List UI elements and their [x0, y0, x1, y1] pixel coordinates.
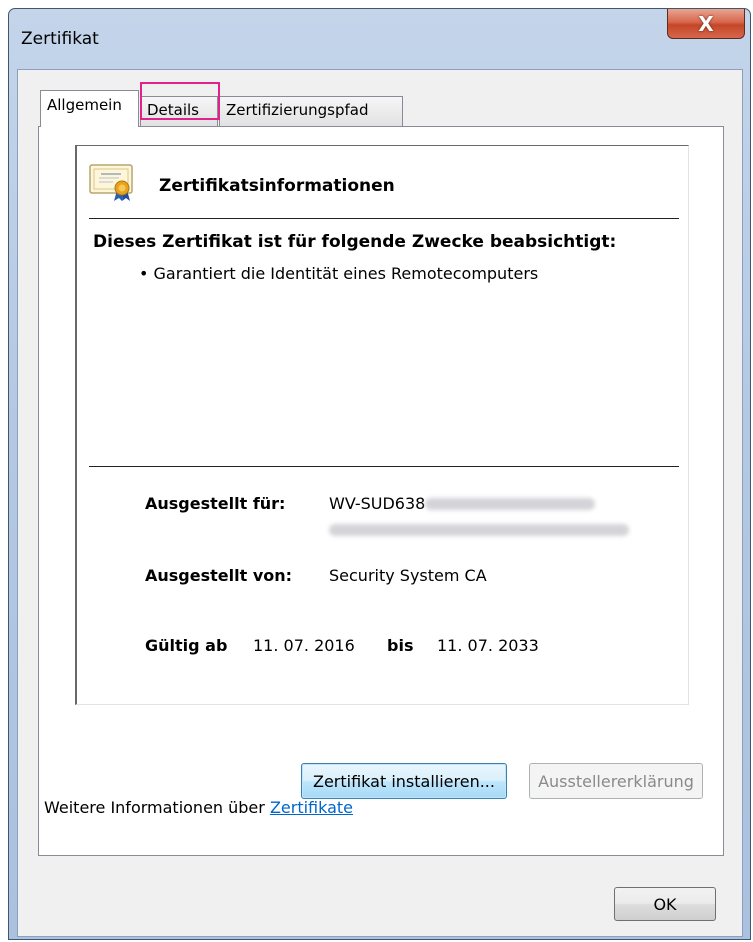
- issued-to-value: WV-SUD638: [329, 494, 426, 513]
- info-title: Zertifikatsinformationen: [159, 176, 395, 196]
- issued-by-value: Security System CA: [329, 566, 487, 585]
- issued-by-label: Ausgestellt von:: [145, 566, 293, 585]
- tab-certification-path-label: Zertifizierungspfad: [226, 101, 369, 119]
- issued-to-label: Ausgestellt für:: [145, 494, 286, 513]
- valid-from-label: Gültig ab: [145, 636, 228, 655]
- general-tab-panel: Zertifikatsinformationen Dieses Zertifik…: [38, 126, 724, 856]
- valid-from-value: 11. 07. 2016: [253, 636, 355, 655]
- valid-to-value: 11. 07. 2033: [437, 636, 539, 655]
- more-info-text: Weitere Informationen über Zertifikate: [44, 798, 353, 817]
- certificates-link[interactable]: Zertifikate: [270, 798, 353, 817]
- details-tab-highlight: [140, 82, 220, 120]
- purpose-heading: Dieses Zertifikat ist für folgende Zweck…: [93, 232, 617, 252]
- tab-general-label: Allgemein: [47, 96, 122, 114]
- tab-general[interactable]: Allgemein: [40, 90, 139, 127]
- install-certificate-button[interactable]: Zertifikat installieren...: [301, 763, 507, 799]
- certificate-info-box: Zertifikatsinformationen Dieses Zertifik…: [75, 145, 689, 705]
- ok-button[interactable]: OK: [614, 887, 716, 921]
- valid-to-label: bis: [387, 636, 414, 655]
- certificate-icon: [89, 164, 133, 201]
- divider-top: [89, 218, 679, 219]
- tab-certification-path[interactable]: Zertifizierungspfad: [219, 96, 403, 126]
- redacted-text: [425, 498, 595, 510]
- more-info-prefix: Weitere Informationen über: [44, 798, 270, 817]
- dialog-body: Allgemein Details Zertifizierungspfad Ze…: [17, 69, 743, 937]
- redacted-text: [329, 524, 629, 536]
- purpose-item: • Garantiert die Identität eines Remotec…: [139, 264, 539, 283]
- divider-bottom: [89, 466, 679, 467]
- window-title: Zertifikat: [21, 29, 99, 49]
- close-button[interactable]: X: [667, 9, 745, 39]
- certificate-dialog: Zertifikat X Allgemein Details Zertifizi…: [8, 8, 751, 940]
- issuer-statement-button[interactable]: Ausstellererklärung: [529, 763, 703, 799]
- close-icon: X: [698, 11, 714, 36]
